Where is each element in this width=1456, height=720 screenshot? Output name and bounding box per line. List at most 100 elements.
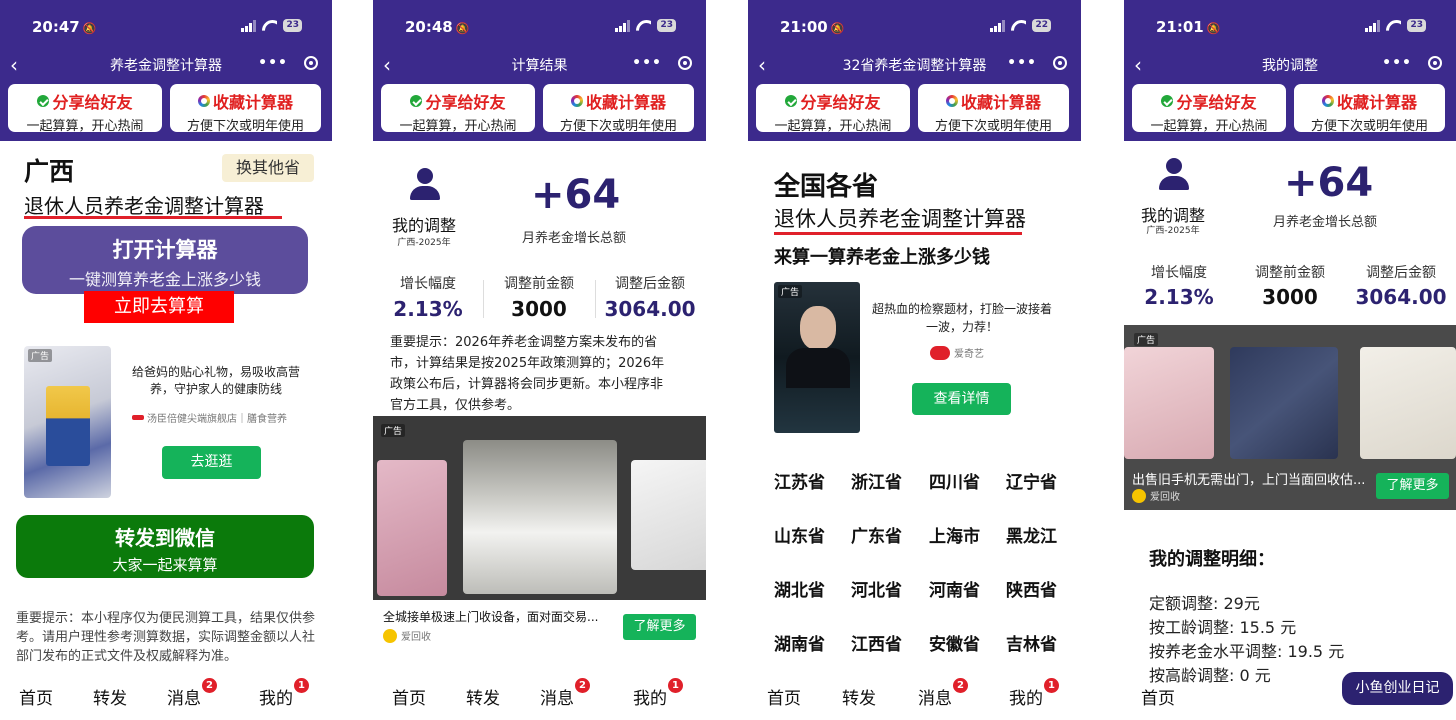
ad-shop-button[interactable]: 去逛逛 xyxy=(162,446,261,479)
miniprogram-capsule[interactable]: ••• xyxy=(632,55,692,71)
tab-mine[interactable]: 我的 1 xyxy=(1009,678,1059,709)
tab-label: 我的 xyxy=(633,689,667,709)
header: 20:48 🔕 23 ‹ 计算结果 ••• 分享给好友 一起算算，开心热闹 收藏计… xyxy=(373,0,706,141)
share-to-friend-button[interactable]: 分享给好友 一起算算，开心热闹 xyxy=(381,84,535,134)
tab-mine[interactable]: 我的 1 xyxy=(633,678,683,709)
forward-subtitle: 大家一起来算算 xyxy=(112,556,218,574)
ad-brand: 爱奇艺 xyxy=(930,345,984,360)
close-miniprogram-icon[interactable] xyxy=(304,56,318,70)
status-time: 21:00 xyxy=(780,18,828,36)
nav-bar: ‹ 32省养老金调整计算器 ••• xyxy=(748,54,1081,78)
more-icon[interactable]: ••• xyxy=(258,55,288,71)
ad-text: 超热血的检察题材，打脸一波接着一波，力荐！ xyxy=(872,302,1053,334)
monthly-increase-value: +64 xyxy=(531,172,621,218)
tab-home[interactable]: 首页 xyxy=(767,684,801,709)
collect-title: 收藏计算器 xyxy=(1336,93,1417,112)
growth-rate-value: 2.13% xyxy=(393,297,463,321)
tab-messages[interactable]: 消息 2 xyxy=(540,678,590,709)
ad-brand-name: 爱回收 xyxy=(1150,492,1180,503)
mute-icon: 🔕 xyxy=(1206,22,1221,35)
switch-province-button[interactable]: 换其他省 xyxy=(222,154,314,182)
tab-messages[interactable]: 消息 2 xyxy=(167,678,217,709)
collect-calculator-button[interactable]: 收藏计算器 方便下次或明年使用 xyxy=(170,84,321,134)
collect-calculator-button[interactable]: 收藏计算器 方便下次或明年使用 xyxy=(543,84,694,134)
share-to-friend-button[interactable]: 分享给好友 一起算算，开心热闹 xyxy=(1132,84,1286,134)
miniprogram-capsule[interactable]: ••• xyxy=(1382,55,1442,71)
miniprogram-capsule[interactable]: ••• xyxy=(258,55,318,71)
tab-home[interactable]: 首页 xyxy=(1141,684,1175,709)
collect-calculator-button[interactable]: 收藏计算器 方便下次或明年使用 xyxy=(1294,84,1445,134)
ad-product-image: 广告 xyxy=(24,346,111,498)
tab-forward[interactable]: 转发 xyxy=(466,684,500,709)
ad-tag: 广告 xyxy=(1134,333,1159,346)
phone-image xyxy=(463,440,617,594)
ad-banner[interactable]: 广告 给爸妈的贴心礼物，易吸收高营养，守护家人的健康防线 汤臣倍健尖端旗舰店｜膳… xyxy=(24,346,314,498)
share-to-friend-button[interactable]: 分享给好友 一起算算，开心热闹 xyxy=(8,84,162,134)
miniprogram-capsule[interactable]: ••• xyxy=(1007,55,1067,71)
province-item[interactable]: 吉林省 xyxy=(1006,630,1057,655)
collect-title: 收藏计算器 xyxy=(585,93,666,112)
share-title: 分享给好友 xyxy=(800,93,881,112)
province-item[interactable]: 上海市 xyxy=(929,522,980,547)
tab-forward[interactable]: 转发 xyxy=(93,684,127,709)
open-calculator-button[interactable]: 打开计算器 一键测算养老金上涨多少钱 xyxy=(22,226,308,294)
ad-poster-image[interactable]: 广告 xyxy=(774,282,860,433)
ad-brand-name: 爱奇艺 xyxy=(954,349,984,360)
tab-forward[interactable]: 转发 xyxy=(842,684,876,709)
tab-home[interactable]: 首页 xyxy=(392,684,426,709)
province-item[interactable]: 湖南省 xyxy=(774,630,825,655)
province-item[interactable]: 江西省 xyxy=(851,630,902,655)
learn-more-button[interactable]: 了解更多 xyxy=(623,614,696,640)
province-item[interactable]: 河北省 xyxy=(851,576,902,601)
mine-badge: 1 xyxy=(294,678,309,693)
close-miniprogram-icon[interactable] xyxy=(1053,56,1067,70)
after-amount-value: 3064.00 xyxy=(604,297,696,321)
more-icon[interactable]: ••• xyxy=(632,55,662,71)
province-item[interactable]: 四川省 xyxy=(929,468,980,493)
share-subtitle: 一起算算，开心热闹 xyxy=(399,119,517,134)
province-item[interactable]: 河南省 xyxy=(929,576,980,601)
page-heading: 全国各省 xyxy=(774,172,879,202)
signal-icon xyxy=(241,19,257,32)
share-subtitle: 一起算算，开心热闹 xyxy=(26,119,144,134)
ad-details-button[interactable]: 查看详情 xyxy=(912,383,1011,415)
close-miniprogram-icon[interactable] xyxy=(1428,56,1442,70)
collect-calculator-button[interactable]: 收藏计算器 方便下次或明年使用 xyxy=(918,84,1069,134)
province-item[interactable]: 黑龙江 xyxy=(1006,522,1057,547)
province-item[interactable]: 陕西省 xyxy=(1006,576,1057,601)
province-item[interactable]: 湖北省 xyxy=(774,576,825,601)
province-item[interactable]: 山东省 xyxy=(774,522,825,547)
adjustment-detail-title: 我的调整明细： xyxy=(1149,549,1275,570)
tab-messages[interactable]: 消息 2 xyxy=(918,678,968,709)
tab-home[interactable]: 首页 xyxy=(19,684,53,709)
share-subtitle: 一起算算，开心热闹 xyxy=(1150,119,1268,134)
tab-mine[interactable]: 我的 1 xyxy=(259,678,309,709)
calculator-title: 退休人员养老金调整计算器 xyxy=(24,194,264,218)
tab-bar: 首页 转发 消息 2 我的 1 xyxy=(373,678,706,714)
divider xyxy=(595,280,596,318)
collect-icon xyxy=(197,95,210,107)
province-item[interactable]: 江苏省 xyxy=(774,468,825,493)
close-miniprogram-icon[interactable] xyxy=(678,56,692,70)
header: 21:01 🔕 23 ‹ 我的调整 ••• 分享给好友 一起算算，开心热闹 收藏计… xyxy=(1124,0,1456,141)
calculate-now-button[interactable]: 立即去算算 xyxy=(84,291,234,323)
more-icon[interactable]: ••• xyxy=(1007,55,1037,71)
forward-to-wechat-button[interactable]: 转发到微信 大家一起来算算 xyxy=(16,515,314,578)
province-item[interactable]: 浙江省 xyxy=(851,468,902,493)
status-bar: 20:48 🔕 23 xyxy=(405,17,686,39)
ad-video[interactable]: 广告 xyxy=(373,416,706,600)
more-icon[interactable]: ••• xyxy=(1382,55,1412,71)
brand-logo-icon xyxy=(1132,488,1146,503)
province-item[interactable]: 辽宁省 xyxy=(1006,468,1057,493)
header: 21:00 🔕 22 ‹ 32省养老金调整计算器 ••• 分享给好友 一起算算，开… xyxy=(748,0,1081,141)
ad-tag: 广告 xyxy=(778,285,803,298)
tab-label: 首页 xyxy=(767,689,801,709)
province-item[interactable]: 广东省 xyxy=(851,522,902,547)
brand-logo-icon xyxy=(132,415,144,420)
learn-more-button[interactable]: 了解更多 xyxy=(1376,473,1449,499)
province-item[interactable]: 安徽省 xyxy=(929,630,980,655)
share-to-friend-button[interactable]: 分享给好友 一起算算，开心热闹 xyxy=(756,84,910,134)
mine-badge: 1 xyxy=(668,678,683,693)
tab-label: 我的 xyxy=(259,689,293,709)
ad-video[interactable]: 广告 出售旧手机无需出门，上门当面回收估... 爱回收 了解更多 xyxy=(1124,325,1456,510)
